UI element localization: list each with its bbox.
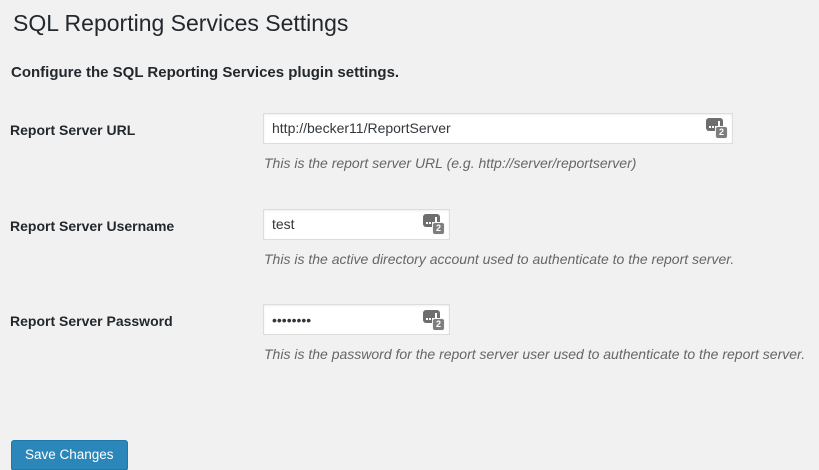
report-server-password-description: This is the password for the report serv… bbox=[264, 344, 809, 366]
report-server-username-input[interactable] bbox=[263, 209, 450, 240]
report-server-url-field-cell: 2 This is the report server URL (e.g. ht… bbox=[263, 113, 809, 175]
save-changes-button[interactable]: Save Changes bbox=[11, 440, 128, 470]
report-server-url-description: This is the report server URL (e.g. http… bbox=[264, 153, 809, 175]
report-server-username-input-wrap: 2 bbox=[263, 209, 450, 240]
page-title: SQL Reporting Services Settings bbox=[10, 0, 809, 39]
field-row-report-server-username: Report Server Username 2 This is the act… bbox=[10, 209, 809, 271]
settings-form: Report Server URL 2 This is the report s… bbox=[10, 113, 809, 470]
report-server-password-input[interactable] bbox=[263, 304, 450, 335]
autofill-extension-icon[interactable]: 2 bbox=[706, 117, 728, 139]
report-server-url-label: Report Server URL bbox=[10, 113, 263, 139]
autofill-badge: 2 bbox=[715, 126, 728, 139]
autofill-dots bbox=[709, 126, 711, 128]
report-server-password-input-wrap: 2 bbox=[263, 304, 450, 335]
field-row-report-server-url: Report Server URL 2 This is the report s… bbox=[10, 113, 809, 175]
autofill-extension-icon[interactable]: 2 bbox=[423, 213, 445, 235]
report-server-url-input[interactable] bbox=[263, 113, 733, 144]
report-server-url-input-wrap: 2 bbox=[263, 113, 733, 144]
autofill-badge: 2 bbox=[432, 222, 445, 235]
page-subtitle: Configure the SQL Reporting Services plu… bbox=[11, 64, 809, 81]
report-server-username-description: This is the active directory account use… bbox=[264, 249, 809, 271]
autofill-badge: 2 bbox=[432, 318, 445, 331]
field-row-report-server-password: Report Server Password 2 This is the pas… bbox=[10, 304, 809, 366]
report-server-password-label: Report Server Password bbox=[10, 304, 263, 330]
autofill-extension-icon[interactable]: 2 bbox=[423, 309, 445, 331]
settings-page: SQL Reporting Services Settings Configur… bbox=[0, 0, 819, 470]
report-server-username-label: Report Server Username bbox=[10, 209, 263, 235]
autofill-dots bbox=[426, 222, 428, 224]
report-server-username-field-cell: 2 This is the active directory account u… bbox=[263, 209, 809, 271]
report-server-password-field-cell: 2 This is the password for the report se… bbox=[263, 304, 809, 366]
autofill-dots bbox=[426, 318, 428, 320]
